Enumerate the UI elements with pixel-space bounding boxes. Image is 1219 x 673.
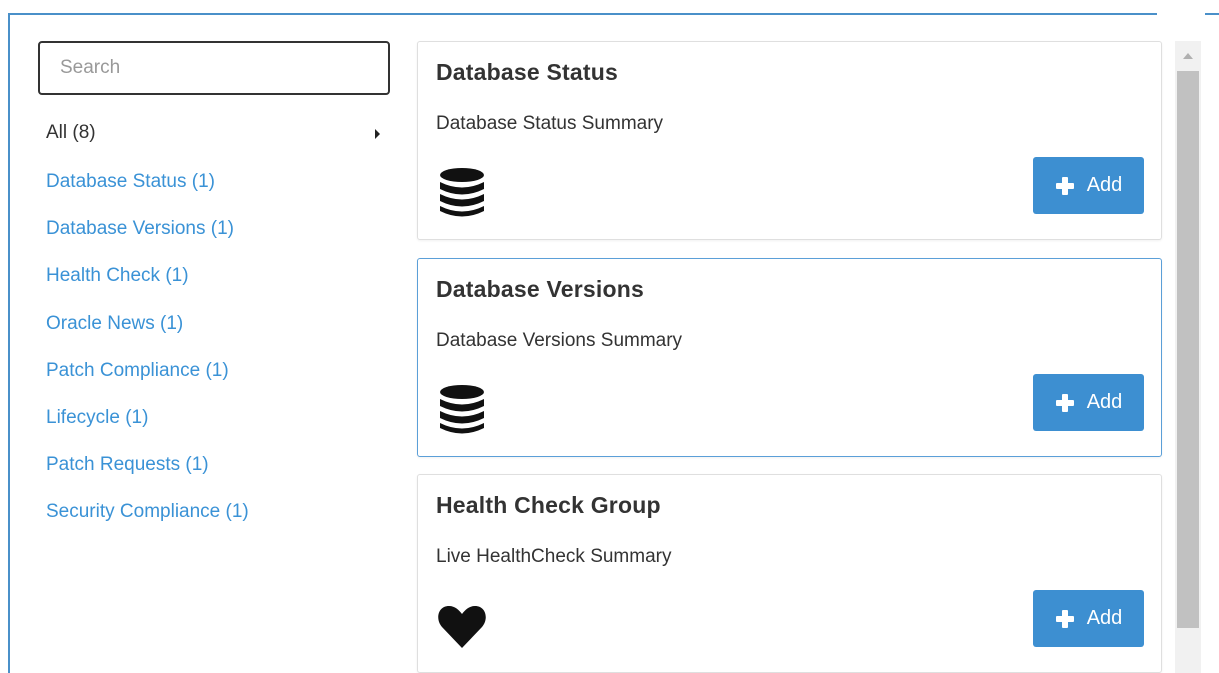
category-list: Database Status (1) Database Versions (1…	[46, 169, 249, 547]
add-button[interactable]: Add	[1033, 157, 1144, 214]
plus-icon	[1055, 393, 1074, 412]
category-health-check[interactable]: Health Check (1)	[46, 263, 249, 310]
card-title: Database Status	[436, 59, 618, 85]
category-patch-requests[interactable]: Patch Requests (1)	[46, 452, 249, 499]
category-patch-compliance[interactable]: Patch Compliance (1)	[46, 358, 249, 405]
category-database-versions[interactable]: Database Versions (1)	[46, 216, 249, 263]
add-button[interactable]: Add	[1033, 590, 1144, 647]
frame-top-gap	[1157, 11, 1205, 17]
add-button-label: Add	[1086, 174, 1123, 196]
card-summary: Live HealthCheck Summary	[436, 546, 672, 567]
add-button[interactable]: Add	[1033, 374, 1144, 431]
category-all[interactable]: All (8)	[46, 122, 386, 148]
scrollbar[interactable]	[1175, 41, 1201, 673]
search-input[interactable]	[38, 41, 390, 95]
scroll-up-arrow-icon[interactable]	[1183, 53, 1193, 59]
card-title: Database Versions	[436, 276, 644, 302]
widget-card: Database Versions Database Versions Summ…	[417, 258, 1162, 457]
widget-card: Health Check Group Live HealthCheck Summ…	[417, 474, 1162, 673]
card-summary: Database Status Summary	[436, 113, 664, 134]
category-lifecycle[interactable]: Lifecycle (1)	[46, 405, 249, 452]
plus-icon	[1055, 176, 1074, 195]
add-button-label: Add	[1086, 607, 1123, 629]
card-summary: Database Versions Summary	[436, 330, 683, 351]
widget-card: Database Status Database Status Summary …	[417, 41, 1162, 240]
scroll-thumb[interactable]	[1177, 71, 1199, 628]
category-database-status[interactable]: Database Status (1)	[46, 169, 249, 216]
card-title: Health Check Group	[436, 492, 661, 518]
category-security-compliance[interactable]: Security Compliance (1)	[46, 499, 249, 546]
heart-icon	[438, 606, 486, 648]
database-icon	[440, 168, 484, 217]
add-button-label: Add	[1086, 391, 1123, 413]
database-icon	[440, 385, 484, 434]
category-all-label: All (8)	[46, 122, 96, 143]
category-oracle-news[interactable]: Oracle News (1)	[46, 311, 249, 358]
caret-right-icon	[375, 129, 380, 139]
plus-icon	[1055, 609, 1074, 628]
